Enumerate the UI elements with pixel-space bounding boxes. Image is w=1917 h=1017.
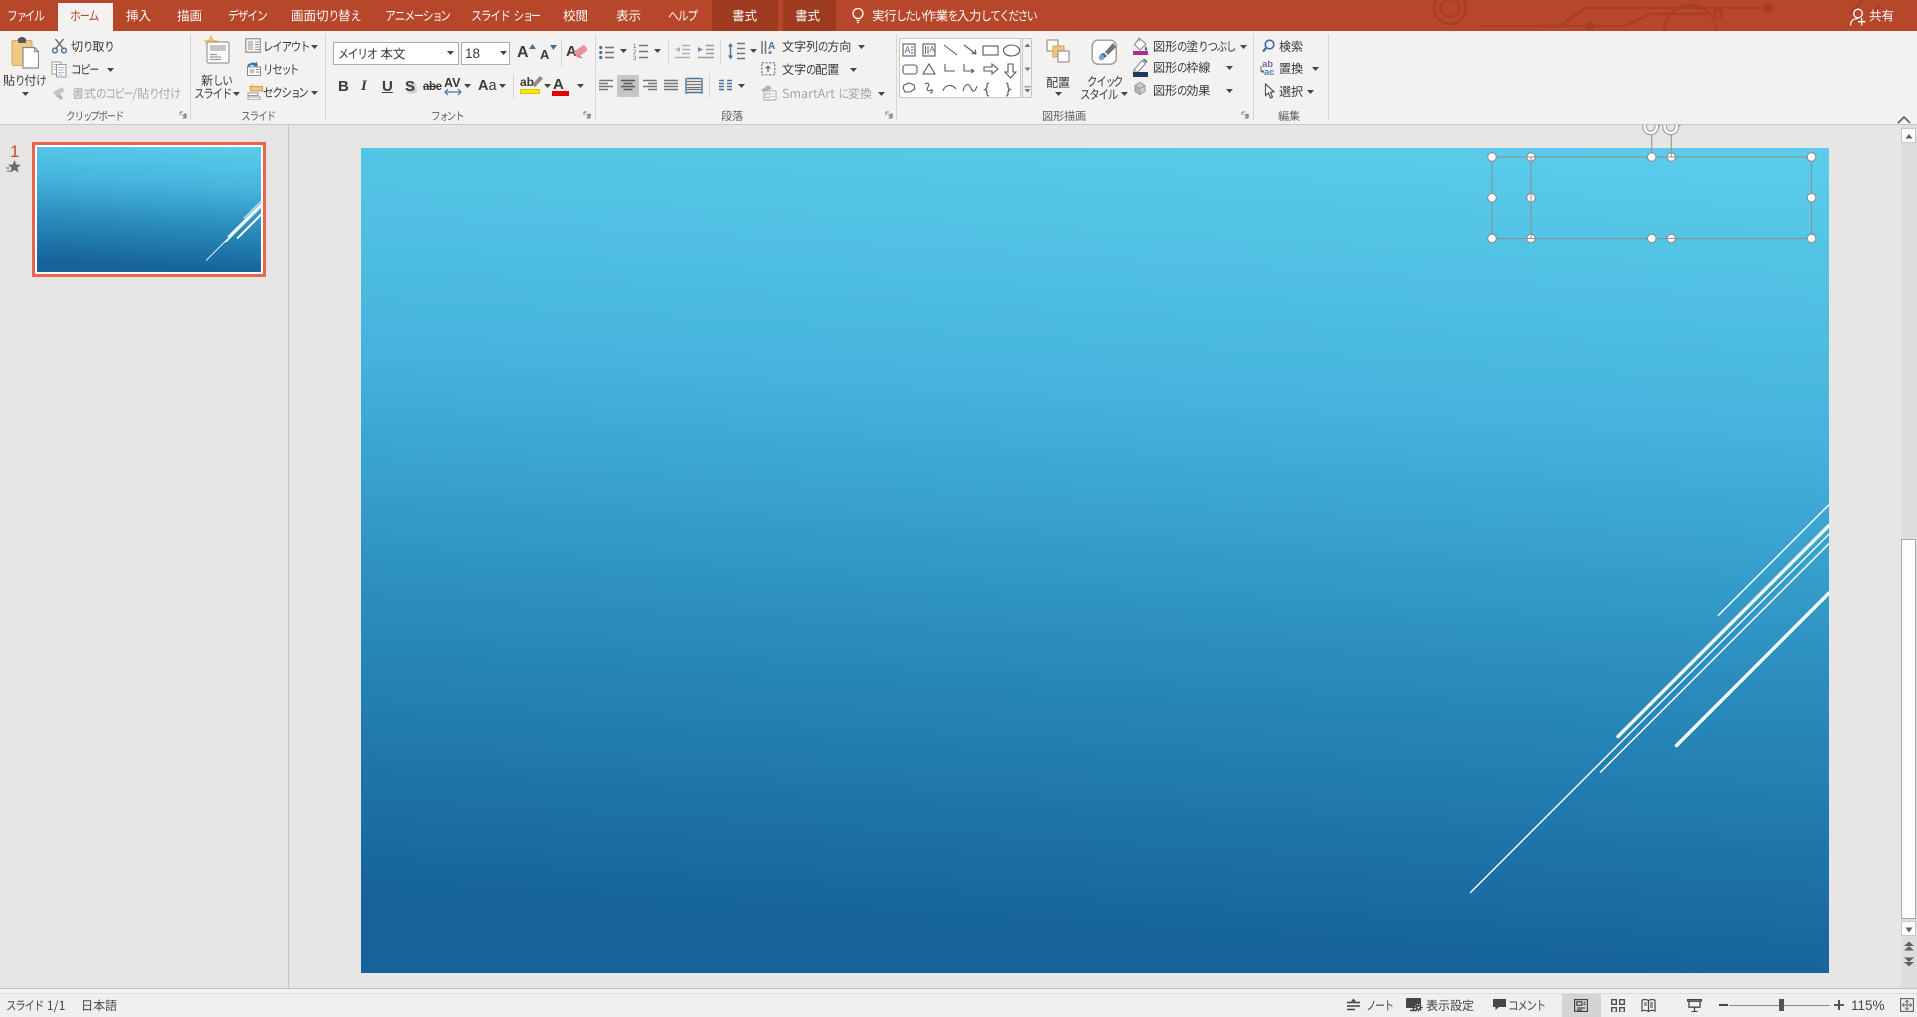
svg-text:3: 3: [633, 56, 637, 61]
svg-text:ac: ac: [1264, 67, 1275, 77]
svg-text:A: A: [768, 41, 775, 52]
svg-text:A: A: [904, 45, 910, 55]
svg-text:A: A: [929, 45, 935, 54]
